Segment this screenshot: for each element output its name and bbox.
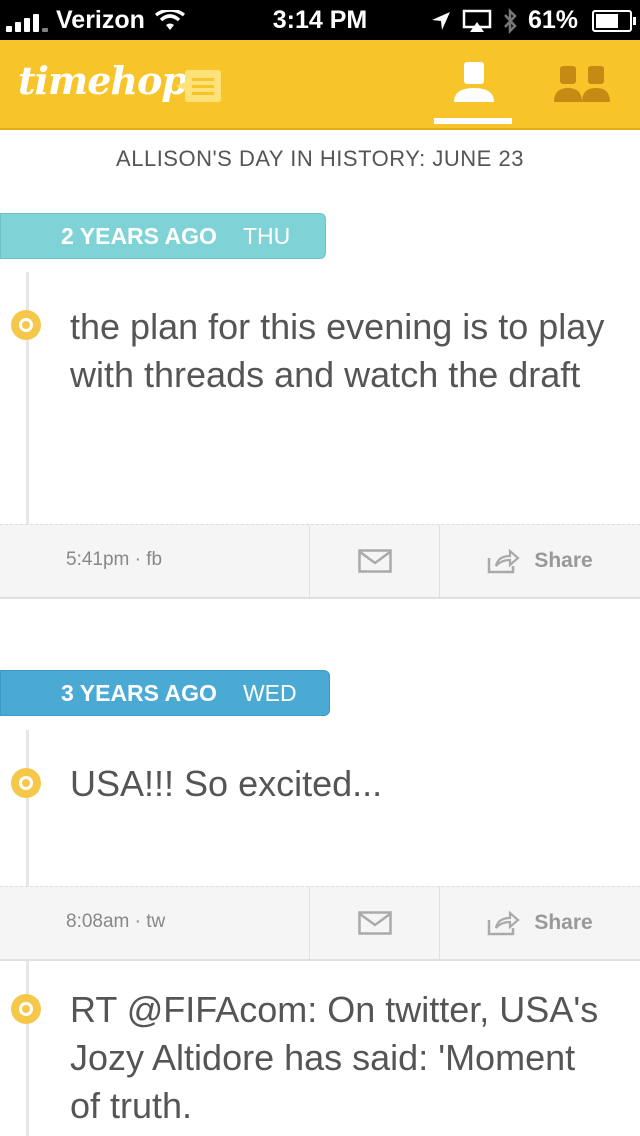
battery-icon xyxy=(592,9,636,32)
friends-icon[interactable] xyxy=(554,64,612,104)
share-icon xyxy=(488,548,520,574)
profile-icon[interactable] xyxy=(452,60,496,104)
post-action-bar: 5:41pm · fb Share xyxy=(0,524,640,599)
email-button[interactable] xyxy=(309,887,440,959)
location-arrow-icon xyxy=(431,11,450,30)
post-meta: 8:08am · tw xyxy=(66,911,166,932)
battery-percent: 61% xyxy=(527,6,578,34)
status-bar: Verizon 3:14 PM 61% xyxy=(0,0,640,40)
share-button[interactable]: Share xyxy=(439,525,640,597)
year-tag-3-years: 3 YEARS AGO WED xyxy=(0,670,330,716)
share-label: Share xyxy=(534,549,593,572)
timeline-line xyxy=(26,730,29,886)
email-button[interactable] xyxy=(309,525,440,597)
sun-dot-icon xyxy=(11,768,41,798)
weekday-label: WED xyxy=(242,679,297,706)
mail-icon xyxy=(357,549,392,573)
post-meta: 5:41pm · fb xyxy=(66,549,163,570)
weekday-label: THU xyxy=(242,222,291,249)
years-ago-label: 3 YEARS AGO xyxy=(61,679,217,706)
share-label: Share xyxy=(534,911,593,934)
airplay-icon xyxy=(462,9,492,32)
bluetooth-icon xyxy=(504,7,517,34)
app-logo: timehop xyxy=(18,58,188,103)
active-tab-indicator xyxy=(434,118,512,124)
post-text: the plan for this evening is to play wit… xyxy=(70,306,605,395)
chat-icon[interactable] xyxy=(174,68,222,104)
post-text: USA!!! So excited... xyxy=(70,763,383,804)
page-title: ALLISON'S DAY IN HISTORY: JUNE 23 xyxy=(116,146,524,171)
timeline-line xyxy=(26,960,29,1136)
mail-icon xyxy=(357,911,392,935)
post-text: RT @FIFAcom: On twitter, USA's Jozy Alti… xyxy=(70,989,599,1126)
post-action-bar: 8:08am · tw Share xyxy=(0,886,640,961)
year-tag-2-years: 2 YEARS AGO THU xyxy=(0,213,326,259)
sun-dot-icon xyxy=(11,310,41,340)
share-icon xyxy=(488,910,520,936)
share-button[interactable]: Share xyxy=(439,887,640,959)
app-header: timehop xyxy=(0,40,640,130)
sun-dot-icon xyxy=(11,994,41,1024)
years-ago-label: 2 YEARS AGO xyxy=(61,222,217,249)
